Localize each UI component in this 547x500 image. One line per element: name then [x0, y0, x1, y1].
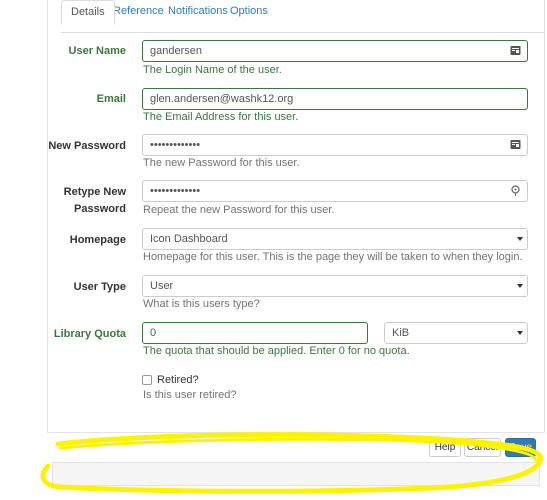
library-quota-input[interactable]: 0	[142, 322, 368, 344]
retired-label[interactable]: Retired?	[157, 374, 199, 386]
user-name-value: gandersen	[150, 45, 202, 57]
retype-password-label-line2: Password	[74, 203, 126, 215]
homepage-label: Homepage	[69, 234, 126, 246]
tab-reference[interactable]: Reference	[113, 0, 164, 24]
retype-password-value: •••••••••••••	[150, 185, 201, 197]
homepage-select[interactable]: Icon Dashboard	[142, 228, 528, 250]
tab-options[interactable]: Options	[230, 0, 268, 24]
retype-password-label-line1: Retype New	[63, 186, 126, 198]
autofill-icon[interactable]	[510, 139, 521, 150]
user-type-select[interactable]: User	[142, 275, 528, 297]
user-type-value: User	[150, 280, 174, 292]
save-button[interactable]: Save	[505, 438, 536, 457]
library-quota-value: 0	[150, 327, 157, 339]
help-button[interactable]: Help	[429, 438, 461, 457]
retired-help: Is this user retired?	[143, 389, 237, 401]
library-quota-label: Library Quota	[53, 328, 126, 340]
user-type-help: What is this users type?	[143, 298, 260, 310]
chevron-down-icon	[517, 237, 523, 241]
library-quota-help: The quota that should be applied. Enter …	[143, 345, 410, 357]
new-password-label: New Password	[48, 140, 126, 152]
tab-underline	[61, 32, 544, 33]
status-bar	[52, 462, 540, 486]
user-type-label: User Type	[73, 281, 126, 293]
user-name-label: User Name	[68, 45, 126, 57]
email-value: glen.andersen@washk12.org	[150, 93, 294, 105]
modal-right-border	[544, 0, 545, 432]
key-icon[interactable]	[510, 185, 521, 196]
retype-password-input[interactable]: •••••••••••••	[142, 180, 528, 202]
quota-unit-select[interactable]: KiB	[384, 322, 528, 344]
retype-password-label: Retype New Password	[64, 185, 126, 217]
retired-checkbox[interactable]	[142, 375, 152, 385]
autofill-icon[interactable]	[510, 45, 521, 56]
modal-footer-divider	[47, 432, 545, 433]
new-password-input[interactable]: •••••••••••••	[142, 134, 528, 156]
cancel-button[interactable]: Cancel	[464, 438, 501, 457]
chevron-down-icon	[517, 331, 523, 335]
retype-password-help: Repeat the new Password for this user.	[143, 204, 335, 216]
chevron-down-icon	[517, 284, 523, 288]
tab-notifications[interactable]: Notifications	[168, 0, 228, 24]
tab-details[interactable]: Details	[61, 0, 115, 25]
homepage-value: Icon Dashboard	[150, 233, 228, 245]
email-label: Email	[96, 93, 126, 105]
user-name-help: The Login Name of the user.	[143, 64, 282, 76]
new-password-help: The new Password for this user.	[143, 157, 300, 169]
new-password-value: •••••••••••••	[150, 139, 201, 151]
email-help: The Email Address for this user.	[143, 111, 299, 123]
homepage-help: Homepage for this user. This is the page…	[143, 251, 523, 263]
modal-left-border	[47, 0, 48, 432]
user-name-input[interactable]: gandersen	[142, 40, 528, 62]
quota-unit-value: KiB	[392, 327, 410, 339]
email-input[interactable]: glen.andersen@washk12.org	[142, 88, 528, 110]
